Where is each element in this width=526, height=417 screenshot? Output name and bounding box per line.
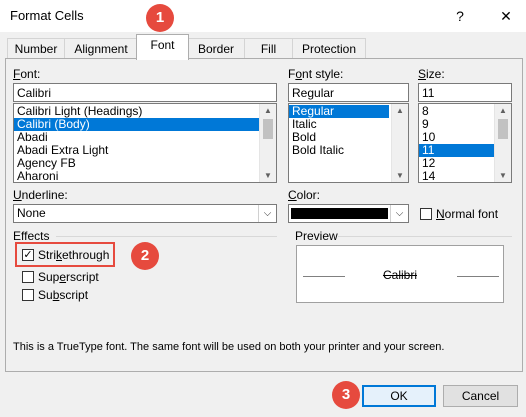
superscript-checkbox[interactable] xyxy=(22,271,34,283)
tab-border[interactable]: Border xyxy=(187,38,245,59)
font-style-label: Font style: xyxy=(288,67,344,81)
color-picker[interactable]: ⌵ xyxy=(288,204,409,223)
font-list-scrollbar[interactable]: ▲ ▼ xyxy=(259,104,276,182)
scroll-down-icon[interactable]: ▼ xyxy=(495,171,511,180)
scroll-thumb[interactable] xyxy=(498,119,508,139)
underline-value: None xyxy=(17,206,46,220)
scroll-up-icon[interactable]: ▲ xyxy=(392,106,408,115)
font-list-item-selected[interactable]: Calibri (Body) xyxy=(14,118,260,131)
preview-sample-text: Calibri xyxy=(382,268,417,282)
scroll-thumb[interactable] xyxy=(263,119,273,139)
close-button[interactable]: ✕ xyxy=(494,4,518,28)
truetype-info-text: This is a TrueType font. The same font w… xyxy=(13,341,445,353)
chevron-down-icon[interactable]: ⌵ xyxy=(258,205,276,222)
scroll-up-icon[interactable]: ▲ xyxy=(495,106,511,115)
scroll-up-icon[interactable]: ▲ xyxy=(260,106,276,115)
font-name-input[interactable]: Calibri xyxy=(13,83,277,102)
underline-label: Underline: xyxy=(13,188,68,202)
tab-font[interactable]: Font xyxy=(136,34,189,60)
font-list[interactable]: Calibri Light (Headings) Calibri (Body) … xyxy=(13,103,277,183)
size-item[interactable]: 14 xyxy=(419,170,495,183)
callout-3: 3 xyxy=(332,381,360,409)
callout-1: 1 xyxy=(146,4,174,32)
font-label: Font: xyxy=(13,67,41,81)
tab-alignment[interactable]: Alignment xyxy=(64,38,138,59)
normal-font-checkbox[interactable] xyxy=(420,208,432,220)
strikethrough-label: Strikethrough xyxy=(38,248,110,262)
font-list-item[interactable]: Aharoni xyxy=(14,170,260,183)
size-list[interactable]: 8 9 10 11 12 14 ▲ ▼ xyxy=(418,103,512,183)
font-style-item[interactable]: Bold Italic xyxy=(289,144,389,157)
size-input[interactable]: 11 xyxy=(418,83,512,102)
subscript-label: Subscript xyxy=(38,288,89,302)
font-style-scrollbar[interactable]: ▲ ▼ xyxy=(391,104,408,182)
superscript-label: Superscript xyxy=(38,270,99,284)
tab-protection[interactable]: Protection xyxy=(292,38,366,59)
color-swatch xyxy=(291,208,388,219)
size-list-scrollbar[interactable]: ▲ ▼ xyxy=(494,104,511,182)
preview-box: Calibri xyxy=(296,245,504,303)
color-label: Color: xyxy=(288,188,321,202)
scroll-down-icon[interactable]: ▼ xyxy=(392,171,408,180)
size-label: Size: xyxy=(418,67,445,81)
subscript-checkbox[interactable] xyxy=(22,289,34,301)
chevron-down-icon[interactable]: ⌵ xyxy=(390,205,408,222)
underline-select[interactable]: None ⌵ xyxy=(13,204,277,223)
tab-number[interactable]: Number xyxy=(7,38,65,59)
font-style-input[interactable]: Regular xyxy=(288,83,409,102)
preview-group-label: Preview xyxy=(295,229,338,243)
size-item[interactable]: 8 xyxy=(419,105,495,118)
dialog-title: Format Cells xyxy=(10,8,84,23)
help-button[interactable]: ? xyxy=(448,4,472,28)
ok-button[interactable]: OK xyxy=(362,385,436,407)
effects-group-label: Effects xyxy=(13,229,50,243)
preview-divider xyxy=(338,236,512,237)
strikethrough-checkbox[interactable]: ✓ xyxy=(22,249,34,261)
normal-font-label: Normal font xyxy=(436,207,499,221)
cancel-button[interactable]: Cancel xyxy=(443,385,518,407)
scroll-down-icon[interactable]: ▼ xyxy=(260,171,276,180)
callout-2: 2 xyxy=(131,242,159,270)
tab-fill[interactable]: Fill xyxy=(244,38,293,59)
effects-divider xyxy=(56,236,277,237)
font-style-list[interactable]: Regular Italic Bold Bold Italic ▲ ▼ xyxy=(288,103,409,183)
